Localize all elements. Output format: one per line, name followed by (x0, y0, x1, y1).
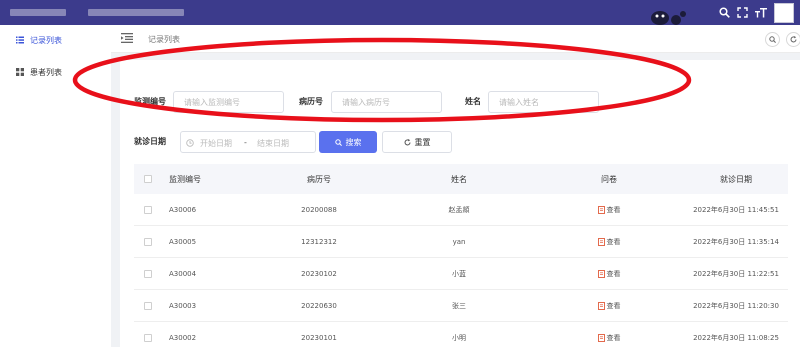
questionnaire-icon (597, 333, 605, 342)
view-label: 查看 (606, 301, 621, 310)
sidebar-item-patient-list[interactable]: 患者列表 (16, 65, 62, 79)
view-label: 查看 (606, 269, 621, 278)
top-bar (0, 0, 800, 25)
view-questionnaire-link[interactable]: 查看 (574, 194, 644, 225)
column-header-name: 姓名 (451, 174, 467, 184)
view-label: 查看 (606, 237, 621, 246)
avatar[interactable] (774, 2, 794, 23)
column-header-record-no: 病历号 (307, 174, 331, 184)
blurred-app-title (10, 9, 66, 16)
sidebar-item-label: 记录列表 (30, 35, 62, 45)
visit-date-range-picker[interactable]: 开始日期 - 结束日期 (180, 131, 316, 153)
questionnaire-icon (597, 205, 605, 214)
menu-fold-icon[interactable] (121, 33, 133, 43)
cell-monitor-no: A30006 (169, 205, 197, 214)
cell-record-no: 20230101 (301, 333, 337, 342)
cell-visit-date: 2022年6月30日 11:20:30 (693, 301, 779, 310)
record-no-placeholder: 请输入病历号 (342, 97, 390, 107)
sidebar: 记录列表 患者列表 (0, 25, 111, 347)
cell-visit-date: 2022年6月30日 11:22:51 (693, 269, 779, 278)
end-date-placeholder[interactable]: 结束日期 (257, 138, 289, 149)
view-questionnaire-link[interactable]: 查看 (574, 226, 644, 257)
view-questionnaire-link[interactable]: 查看 (574, 322, 644, 347)
record-no-input[interactable]: 请输入病历号 (331, 91, 442, 113)
cell-monitor-no: A30003 (169, 301, 197, 310)
table-header: 监测编号 病历号 姓名 问卷 就诊日期 (134, 164, 788, 194)
monitor-no-label: 监测编号 (134, 97, 166, 106)
sidebar-item-label: 患者列表 (30, 67, 62, 77)
row-checkbox[interactable] (144, 301, 152, 310)
column-header-questionnaire: 问卷 (601, 174, 617, 184)
main-content: 记录列表 监测编号 请输入监测编号 病历号 请输入病历号 姓名 请输入姓名 就诊… (111, 25, 800, 347)
row-checkbox[interactable] (144, 237, 152, 246)
table-row: A30003 20220630 张三 查看 2022年6月30日 11:20:3… (134, 290, 788, 322)
column-header-monitor-no: 监测编号 (169, 174, 201, 184)
cell-record-no: 12312312 (301, 237, 337, 246)
search-button-label: 搜索 (345, 137, 362, 147)
search-icon[interactable] (719, 7, 730, 18)
cell-visit-date: 2022年6月30日 11:08:25 (693, 333, 779, 342)
date-separator: - (244, 138, 247, 147)
search-toggle-button[interactable] (765, 32, 780, 47)
clock-icon (186, 139, 194, 147)
cell-record-no: 20230102 (301, 269, 337, 278)
grid-icon (16, 68, 24, 76)
search-icon (334, 138, 342, 146)
table-row: A30002 20230101 小明 查看 2022年6月30日 11:08:2… (134, 322, 788, 347)
reset-button[interactable]: 重置 (382, 131, 452, 153)
start-date-placeholder[interactable]: 开始日期 (200, 138, 232, 149)
visit-date-label: 就诊日期 (134, 137, 166, 146)
column-header-visit-date: 就诊日期 (720, 174, 752, 184)
breadcrumb-bar: 记录列表 (111, 25, 800, 53)
font-size-icon[interactable] (755, 7, 767, 18)
name-input[interactable]: 请输入姓名 (488, 91, 599, 113)
table-row: A30004 20230102 小蓝 查看 2022年6月30日 11:22:5… (134, 258, 788, 290)
questionnaire-icon (597, 301, 605, 310)
breadcrumb[interactable]: 记录列表 (148, 34, 180, 45)
refresh-icon (790, 36, 797, 43)
record-no-label: 病历号 (299, 97, 323, 106)
monitor-no-placeholder: 请输入监测编号 (184, 97, 240, 107)
blurred-app-subtitle (88, 9, 184, 16)
search-button[interactable]: 搜索 (319, 131, 377, 153)
mascot-icon (651, 11, 686, 25)
refresh-button[interactable] (786, 32, 800, 47)
reset-button-label: 重置 (414, 137, 431, 147)
sidebar-item-record-list[interactable]: 记录列表 (16, 33, 62, 47)
cell-name: 小蓝 (452, 269, 466, 278)
row-checkbox[interactable] (144, 205, 152, 214)
table-row: A30005 12312312 yan 查看 2022年6月30日 11:35:… (134, 226, 788, 258)
table-row: A30006 20200088 赵孟頫 查看 2022年6月30日 11:45:… (134, 194, 788, 226)
view-label: 查看 (606, 205, 621, 214)
row-checkbox[interactable] (144, 269, 152, 278)
list-icon (16, 36, 24, 44)
cell-monitor-no: A30002 (169, 333, 197, 342)
select-all-checkbox[interactable] (144, 175, 152, 183)
cell-name: yan (452, 237, 466, 246)
cell-monitor-no: A30004 (169, 269, 197, 278)
cell-name: 张三 (452, 301, 466, 310)
cell-visit-date: 2022年6月30日 11:35:14 (693, 237, 779, 246)
cell-record-no: 20200088 (301, 205, 337, 214)
refresh-icon (404, 138, 410, 145)
cell-record-no: 20220630 (301, 301, 337, 310)
query-panel: 监测编号 请输入监测编号 病历号 请输入病历号 姓名 请输入姓名 就诊日期 开始… (120, 60, 800, 347)
fullscreen-icon[interactable] (737, 7, 748, 18)
cell-visit-date: 2022年6月30日 11:45:51 (693, 205, 779, 214)
name-label: 姓名 (465, 97, 481, 106)
monitor-no-input[interactable]: 请输入监测编号 (173, 91, 284, 113)
view-questionnaire-link[interactable]: 查看 (574, 258, 644, 289)
view-questionnaire-link[interactable]: 查看 (574, 290, 644, 321)
questionnaire-icon (597, 269, 605, 278)
cell-monitor-no: A30005 (169, 237, 197, 246)
cell-name: 小明 (452, 333, 466, 342)
cell-name: 赵孟頫 (448, 205, 470, 214)
name-placeholder: 请输入姓名 (499, 97, 539, 107)
row-checkbox[interactable] (144, 333, 152, 342)
view-label: 查看 (606, 333, 621, 342)
search-icon (769, 36, 776, 43)
questionnaire-icon (597, 237, 605, 246)
